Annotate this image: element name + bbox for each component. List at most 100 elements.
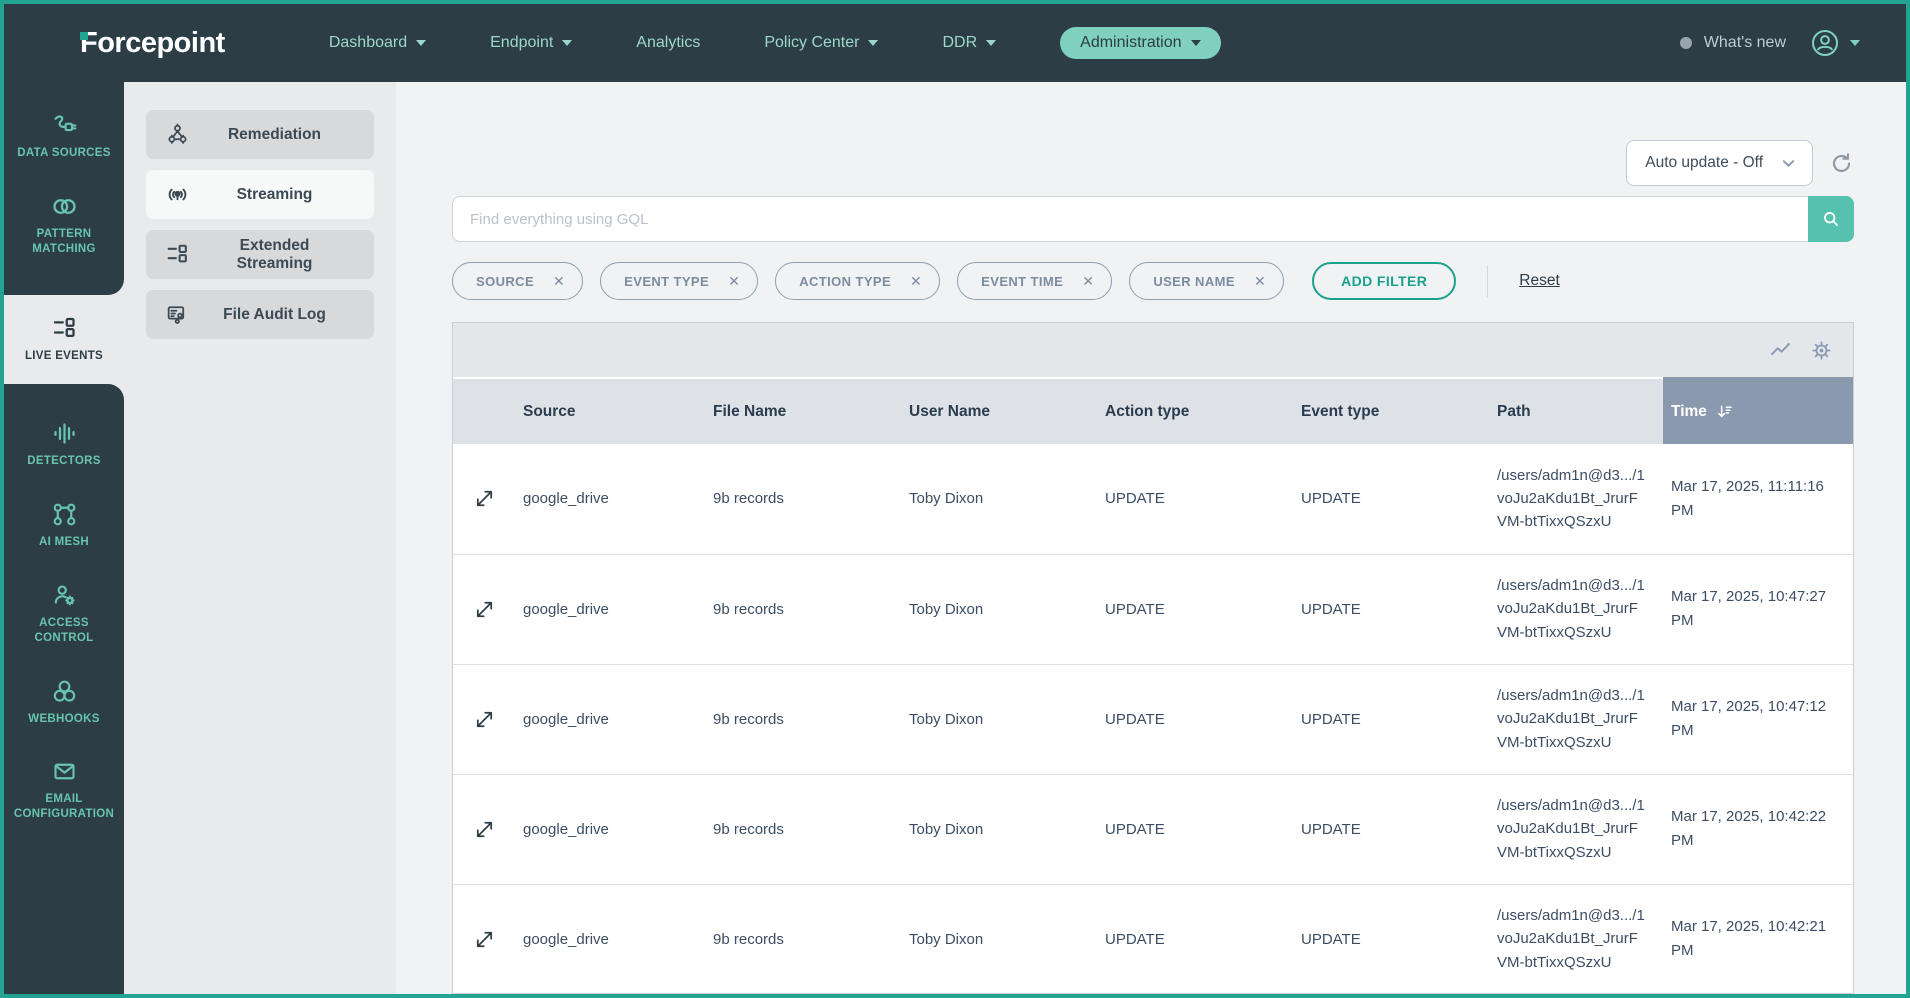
cell-file-name: 9b records: [713, 930, 784, 948]
add-filter-button[interactable]: ADD FILTER: [1312, 262, 1457, 300]
column-header-path[interactable]: Path: [1489, 377, 1663, 444]
cell-action-type: UPDATE: [1105, 710, 1165, 728]
close-icon[interactable]: ✕: [553, 274, 565, 288]
cell-file-name: 9b records: [713, 820, 784, 838]
cell-path: /users/adm1n@d3.../1voJu2aKdu1Bt_JrurFVM…: [1497, 687, 1645, 751]
column-header-file-name[interactable]: File Name: [705, 377, 901, 444]
expand-icon[interactable]: [473, 598, 496, 621]
filter-chip-source[interactable]: SOURCE ✕: [452, 262, 584, 300]
user-gear-icon: [54, 585, 75, 606]
cell-time: Mar 17, 2025, 11:11:16 PM: [1671, 477, 1824, 519]
plug-icon: [53, 115, 76, 132]
chart-line-icon[interactable]: [1769, 339, 1792, 362]
expand-icon[interactable]: [473, 708, 496, 731]
cell-user-name: Toby Dixon: [909, 490, 984, 508]
filter-chip-event-type[interactable]: EVENT TYPE ✕: [600, 262, 759, 300]
table-row: google_drive 9b records Toby Dixon UPDAT…: [453, 554, 1853, 664]
close-icon[interactable]: ✕: [910, 274, 922, 288]
webhook-icon: [53, 680, 75, 702]
main-menu: Dashboard Endpoint Analytics Policy Cent…: [329, 27, 1221, 59]
column-header-action-type[interactable]: Action type: [1097, 377, 1293, 444]
queue-icon: [167, 244, 187, 263]
cell-action-type: UPDATE: [1105, 820, 1165, 838]
sidebar-item-data-sources[interactable]: DATA SOURCES: [4, 96, 124, 177]
cell-event-type: UPDATE: [1301, 490, 1361, 508]
cell-source: google_drive: [523, 490, 609, 508]
cell-file-name: 9b records: [713, 710, 784, 728]
main-content: Auto update - Off SOURCE✕: [396, 82, 1906, 994]
cell-event-type: UPDATE: [1301, 710, 1361, 728]
cell-user-name: Toby Dixon: [909, 710, 984, 728]
column-header-event-type[interactable]: Event type: [1293, 377, 1489, 444]
user-avatar-icon: [1811, 29, 1839, 57]
nav-endpoint[interactable]: Endpoint: [490, 34, 573, 52]
cell-user-name: Toby Dixon: [909, 930, 984, 948]
sidebar-item-live-events[interactable]: LIVE EVENTS: [4, 294, 124, 384]
close-icon[interactable]: ✕: [728, 274, 740, 288]
nav-administration[interactable]: Administration: [1060, 27, 1221, 59]
cell-action-type: UPDATE: [1105, 930, 1165, 948]
auto-update-select[interactable]: Auto update - Off: [1626, 140, 1813, 186]
expand-icon[interactable]: [473, 818, 496, 841]
whats-new-link[interactable]: What's new: [1679, 34, 1786, 52]
subnav-item-streaming[interactable]: Streaming: [146, 170, 374, 219]
sidebar-item-access-control[interactable]: ACCESS CONTROL: [4, 566, 124, 662]
chevron-down-icon: [562, 40, 573, 46]
refresh-button[interactable]: [1829, 151, 1854, 176]
table-header-row: Source File Name User Name Action type E…: [453, 377, 1853, 444]
cell-event-type: UPDATE: [1301, 820, 1361, 838]
close-icon[interactable]: ✕: [1254, 274, 1266, 288]
primary-sidebar: DATA SOURCES PATTERN MATCHING LIVE EVENT…: [4, 82, 124, 994]
sidebar-item-pattern-matching[interactable]: PATTERN MATCHING: [4, 177, 124, 273]
expand-icon[interactable]: [473, 487, 496, 510]
column-header-time[interactable]: Time: [1663, 377, 1853, 444]
logo-square-icon: [80, 31, 88, 40]
events-table: Source File Name User Name Action type E…: [453, 377, 1853, 993]
cell-time: Mar 17, 2025, 10:42:21 PM: [1671, 918, 1827, 959]
search-button[interactable]: [1808, 196, 1854, 242]
search-icon: [1824, 212, 1838, 226]
gear-icon[interactable]: [1810, 339, 1833, 362]
audit-log-icon: [167, 306, 185, 324]
cell-user-name: Toby Dixon: [909, 820, 984, 838]
search-input[interactable]: [452, 196, 1808, 242]
sidebar-item-detectors[interactable]: DETECTORS: [4, 404, 124, 485]
topnav-right: What's new: [1679, 28, 1860, 58]
sidebar-item-webhooks[interactable]: WEBHOOKS: [4, 662, 124, 743]
sort-descending-icon: [1717, 405, 1732, 418]
subnav-item-file-audit-log[interactable]: File Audit Log: [146, 290, 374, 339]
nav-dashboard[interactable]: Dashboard: [329, 34, 427, 52]
column-header-expand: [453, 377, 515, 444]
filter-chip-action-type[interactable]: ACTION TYPE ✕: [775, 262, 941, 300]
nav-policy-center[interactable]: Policy Center: [764, 34, 879, 52]
chevron-down-icon: [1782, 159, 1795, 167]
column-header-source[interactable]: Source: [515, 377, 705, 444]
waveform-icon: [53, 423, 75, 444]
sidebar-item-ai-mesh[interactable]: AI MESH: [4, 485, 124, 566]
expand-icon[interactable]: [473, 928, 496, 951]
cell-source: google_drive: [523, 820, 609, 838]
cell-time: Mar 17, 2025, 10:47:12 PM: [1671, 698, 1827, 739]
mesh-nodes-icon: [53, 503, 75, 526]
app-frame: Forcepoint Dashboard Endpoint Analytics …: [0, 0, 1910, 998]
cell-source: google_drive: [523, 930, 609, 948]
sidebar-segment-top: DATA SOURCES PATTERN MATCHING: [4, 82, 124, 295]
chevron-down-icon: [868, 40, 879, 46]
close-icon[interactable]: ✕: [1082, 274, 1094, 288]
filter-chip-event-time[interactable]: EVENT TIME ✕: [957, 262, 1113, 300]
subnav-item-extended-streaming[interactable]: Extended Streaming: [146, 230, 374, 279]
reset-filters-link[interactable]: Reset: [1519, 272, 1560, 290]
cell-time: Mar 17, 2025, 10:42:22 PM: [1671, 808, 1827, 849]
sidebar-item-email-configuration[interactable]: EMAIL CONFIGURATION: [4, 742, 124, 838]
subnav-item-remediation[interactable]: Remediation: [146, 110, 374, 159]
table-row: google_drive 9b records Toby Dixon UPDAT…: [453, 884, 1853, 993]
column-header-user-name[interactable]: User Name: [901, 377, 1097, 444]
account-menu[interactable]: [1810, 28, 1860, 58]
refresh-icon: [1832, 152, 1851, 172]
secondary-sidebar: Remediation Streaming Extended Streaming: [124, 82, 396, 994]
filter-chip-user-name[interactable]: USER NAME ✕: [1129, 262, 1285, 300]
auto-update-value: Auto update - Off: [1645, 154, 1763, 171]
cell-path: /users/adm1n@d3.../1voJu2aKdu1Bt_JrurFVM…: [1497, 797, 1645, 861]
nav-analytics[interactable]: Analytics: [636, 34, 700, 52]
nav-ddr[interactable]: DDR: [942, 34, 997, 52]
